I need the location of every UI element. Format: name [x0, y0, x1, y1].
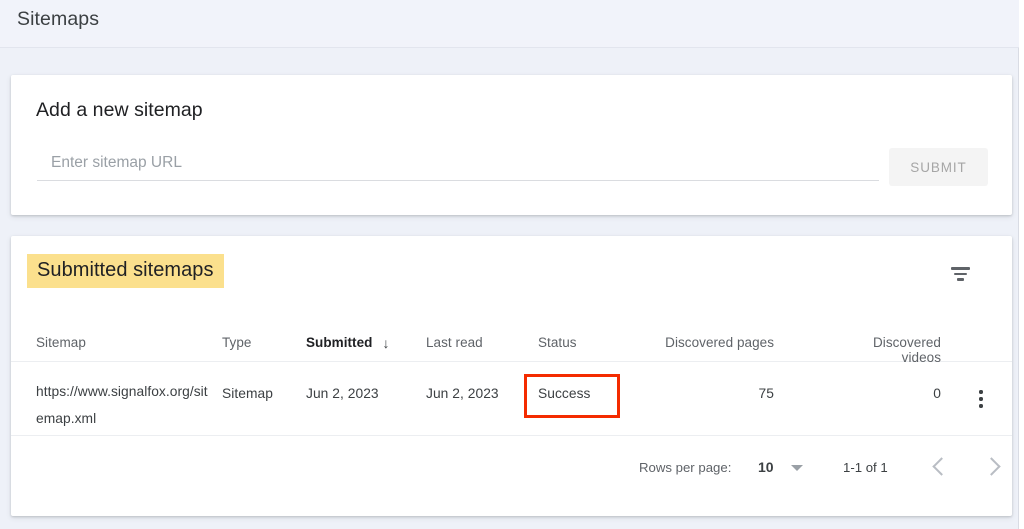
chevron-left-icon — [932, 457, 951, 476]
filter-list-icon[interactable] — [937, 254, 983, 294]
page-frame: Sitemaps Add a new sitemap SUBMIT Submit… — [0, 0, 1019, 529]
rows-per-page-value[interactable]: 10 — [758, 459, 774, 475]
filter-bar — [950, 267, 970, 270]
rows-per-page-label: Rows per page: — [639, 460, 732, 475]
cell-status: Success — [538, 386, 591, 401]
right-gutter — [1019, 0, 1024, 529]
next-page-button[interactable] — [976, 452, 1006, 482]
more-vert-dot — [979, 397, 983, 401]
sort-descending-icon: ↓ — [382, 335, 390, 351]
table-row[interactable]: https://www.signalfox.org/sitemap.xml Si… — [11, 362, 1012, 436]
page-title: Sitemaps — [17, 8, 100, 30]
cell-submitted-date: Jun 2, 2023 — [306, 386, 379, 401]
pagination-range: 1-1 of 1 — [843, 460, 888, 475]
filter-bar — [956, 278, 964, 281]
submitted-sitemaps-heading: Submitted sitemaps — [27, 254, 224, 288]
page-header: Sitemaps — [0, 0, 1019, 48]
column-header-last-read[interactable]: Last read — [426, 335, 536, 350]
row-more-options-icon[interactable] — [969, 386, 993, 412]
column-header-discovered-pages[interactable]: Discovered pages — [664, 335, 774, 350]
submit-button[interactable]: SUBMIT — [889, 148, 988, 186]
column-header-submitted[interactable]: Submitted ↓ — [306, 335, 416, 351]
table-header-row: Sitemap Type Submitted ↓ Last read Status… — [11, 324, 1012, 365]
filter-bar — [953, 272, 967, 276]
more-vert-dot — [979, 390, 983, 394]
column-header-status[interactable]: Status — [538, 335, 648, 350]
more-vert-dot — [979, 404, 983, 408]
cell-type: Sitemap — [222, 386, 273, 401]
submitted-sitemaps-card: Submitted sitemaps Sitemap Type Submitte… — [11, 236, 1012, 516]
chevron-right-icon — [982, 457, 1001, 476]
cell-discovered-pages: 75 — [758, 386, 774, 401]
sitemap-url-input[interactable] — [37, 154, 879, 181]
sitemaps-table: Sitemap Type Submitted ↓ Last read Status… — [11, 324, 1012, 436]
previous-page-button[interactable] — [926, 452, 956, 482]
cell-last-read-date: Jun 2, 2023 — [426, 386, 499, 401]
cell-sitemap-url[interactable]: https://www.signalfox.org/sitemap.xml — [36, 378, 211, 432]
add-sitemap-heading: Add a new sitemap — [36, 99, 203, 121]
table-pagination: Rows per page: 10 1-1 of 1 — [11, 436, 1012, 516]
add-sitemap-card: Add a new sitemap SUBMIT — [11, 75, 1012, 215]
column-header-type[interactable]: Type — [222, 335, 302, 350]
chevron-down-icon[interactable] — [791, 465, 803, 471]
sitemap-url-field — [37, 154, 879, 181]
column-header-sitemap[interactable]: Sitemap — [36, 335, 216, 350]
cell-discovered-videos: 0 — [933, 386, 941, 401]
column-header-discovered-videos[interactable]: Discovered videos — [831, 335, 941, 365]
sitemaps-page: Sitemaps Add a new sitemap SUBMIT Submit… — [0, 0, 1024, 529]
column-header-submitted-label: Submitted — [306, 335, 373, 350]
submitted-sitemaps-heading-wrap: Submitted sitemaps — [27, 254, 224, 288]
